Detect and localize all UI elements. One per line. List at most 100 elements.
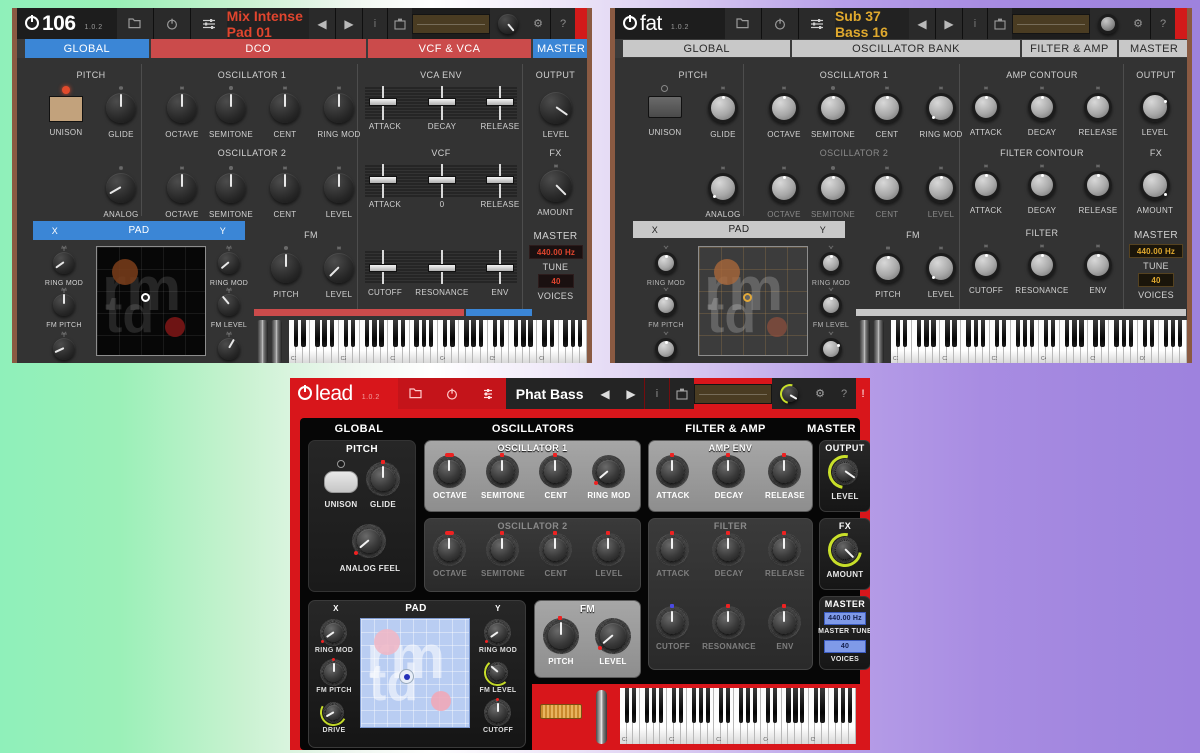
piano-black-key[interactable] bbox=[1044, 320, 1048, 347]
master-volume-knob[interactable] bbox=[772, 378, 808, 409]
cutoff-knob[interactable] bbox=[656, 606, 689, 639]
filter-release-knob[interactable] bbox=[768, 533, 801, 566]
osc1-ringmod-knob[interactable] bbox=[921, 88, 961, 128]
section-tab-global[interactable]: GLOBAL bbox=[623, 40, 790, 57]
output-level-knob[interactable] bbox=[536, 88, 576, 128]
pad-cursor[interactable] bbox=[404, 674, 410, 680]
osc2-cent-knob[interactable] bbox=[539, 533, 572, 566]
filter-attack-knob[interactable] bbox=[656, 533, 689, 566]
piano-black-key[interactable] bbox=[1100, 320, 1104, 347]
piano-black-key[interactable] bbox=[1129, 320, 1133, 347]
osc1-semitone-knob[interactable] bbox=[813, 88, 853, 128]
piano-black-key[interactable] bbox=[1072, 320, 1076, 347]
piano-black-key[interactable] bbox=[746, 688, 750, 723]
piano-black-key[interactable] bbox=[652, 688, 656, 723]
osc1-octave-knob[interactable] bbox=[764, 88, 804, 128]
piano-black-key[interactable] bbox=[414, 320, 418, 347]
mod-wheel[interactable] bbox=[271, 320, 282, 363]
piano-black-key[interactable] bbox=[1051, 320, 1055, 347]
resonance-knob[interactable] bbox=[712, 606, 745, 639]
pad-x-fmpitch-knob[interactable] bbox=[651, 290, 681, 320]
osc2-octave-knob[interactable] bbox=[764, 168, 804, 208]
osc1-semitone-knob[interactable] bbox=[211, 88, 251, 128]
piano-black-key[interactable] bbox=[896, 320, 900, 347]
folder-icon[interactable] bbox=[725, 8, 761, 39]
unison-button[interactable] bbox=[49, 96, 83, 122]
amp-decay-knob[interactable] bbox=[712, 455, 745, 488]
piano-black-key[interactable] bbox=[848, 688, 852, 723]
piano-black-key[interactable] bbox=[315, 320, 319, 347]
vcf-attack-slider[interactable] bbox=[369, 176, 397, 184]
pad-y-fmlevel-knob[interactable] bbox=[816, 290, 846, 320]
osc2-level-knob[interactable] bbox=[592, 533, 625, 566]
section-tab-filter-amp[interactable]: FILTER & AMP bbox=[1022, 40, 1118, 57]
master-tune-readout[interactable]: 440.00 Hz bbox=[529, 245, 583, 259]
osc2-semitone-knob[interactable] bbox=[486, 533, 519, 566]
save-icon[interactable] bbox=[670, 378, 694, 409]
env-knob[interactable] bbox=[768, 606, 801, 639]
piano-black-key[interactable] bbox=[550, 320, 554, 347]
piano-black-key[interactable] bbox=[659, 688, 663, 723]
fm-level-knob[interactable] bbox=[595, 618, 631, 654]
analog-knob[interactable] bbox=[703, 168, 743, 208]
piano-black-key[interactable] bbox=[1016, 320, 1020, 347]
piano-black-key[interactable] bbox=[464, 320, 468, 347]
unison-button[interactable] bbox=[324, 471, 358, 493]
prev-preset-button[interactable]: ◀ bbox=[592, 378, 618, 409]
resonance-slider[interactable] bbox=[428, 264, 456, 272]
section-tab-vcf-vca[interactable]: VCF & VCA bbox=[368, 39, 531, 58]
osc1-cent-knob[interactable] bbox=[867, 88, 907, 128]
piano-black-key[interactable] bbox=[443, 320, 447, 347]
settings-gear-icon[interactable]: ⚙ bbox=[808, 378, 832, 409]
piano-black-key[interactable] bbox=[1093, 320, 1097, 347]
section-tab-dco[interactable]: DCO bbox=[151, 39, 366, 58]
piano-black-key[interactable] bbox=[773, 688, 777, 723]
preset-name-display[interactable]: Phat Bass bbox=[506, 378, 592, 409]
info-button[interactable]: i bbox=[363, 8, 387, 39]
pad-x-drive-knob[interactable] bbox=[49, 334, 79, 363]
piano-black-key[interactable] bbox=[1164, 320, 1168, 347]
piano-black-key[interactable] bbox=[699, 688, 703, 723]
pitch-wheel[interactable] bbox=[859, 320, 870, 363]
fx-amount-knob[interactable] bbox=[1136, 166, 1174, 204]
pad-y-fmlevel-knob[interactable] bbox=[484, 659, 511, 686]
power-icon[interactable] bbox=[434, 378, 470, 409]
vca-attack-slider[interactable] bbox=[369, 98, 397, 106]
osc2-octave-knob[interactable] bbox=[433, 533, 466, 566]
help-button[interactable]: ? bbox=[1151, 8, 1175, 39]
help-button[interactable]: ? bbox=[551, 8, 575, 39]
pitch-wheel[interactable] bbox=[257, 320, 268, 363]
osc2-cent-knob[interactable] bbox=[867, 168, 907, 208]
piano-black-key[interactable] bbox=[1030, 320, 1034, 347]
piano-black-key[interactable] bbox=[679, 688, 683, 723]
piano-black-key[interactable] bbox=[995, 320, 999, 347]
pad-y-fmlevel-knob[interactable] bbox=[214, 290, 244, 320]
master-tune-readout[interactable]: 440.00 Hz bbox=[824, 612, 866, 625]
pad-x-drive-knob[interactable] bbox=[320, 699, 347, 726]
piano-black-key[interactable] bbox=[344, 320, 348, 347]
piano-black-key[interactable] bbox=[966, 320, 970, 347]
section-tab-master[interactable]: MASTER bbox=[803, 420, 860, 438]
analog-feel-knob[interactable] bbox=[352, 524, 386, 558]
piano-black-key[interactable] bbox=[429, 320, 433, 347]
piano-black-key[interactable] bbox=[1114, 320, 1118, 347]
sliders-icon[interactable] bbox=[470, 378, 506, 409]
vcf-release-slider[interactable] bbox=[486, 176, 514, 184]
pad-x-fmpitch-knob[interactable] bbox=[49, 290, 79, 320]
section-tab-osc-bank[interactable]: OSCILLATOR BANK bbox=[792, 40, 1019, 57]
next-preset-button[interactable]: ▶ bbox=[336, 8, 362, 39]
pad-cursor[interactable] bbox=[141, 293, 150, 302]
piano-black-key[interactable] bbox=[372, 320, 376, 347]
next-preset-button[interactable]: ▶ bbox=[618, 378, 644, 409]
piano-black-key[interactable] bbox=[945, 320, 949, 347]
settings-gear-icon[interactable]: ⚙ bbox=[1126, 8, 1150, 39]
voices-readout[interactable]: 40 bbox=[538, 274, 574, 288]
filter-release-knob[interactable] bbox=[1079, 166, 1117, 204]
piano-black-key[interactable] bbox=[1079, 320, 1083, 347]
piano-black-key[interactable] bbox=[542, 320, 546, 347]
info-button[interactable]: i bbox=[963, 8, 987, 39]
master-volume-knob[interactable] bbox=[1090, 8, 1126, 39]
pad-x-ringmod-knob[interactable] bbox=[320, 619, 347, 646]
piano-black-key[interactable] bbox=[514, 320, 518, 347]
glide-knob[interactable] bbox=[101, 88, 141, 128]
